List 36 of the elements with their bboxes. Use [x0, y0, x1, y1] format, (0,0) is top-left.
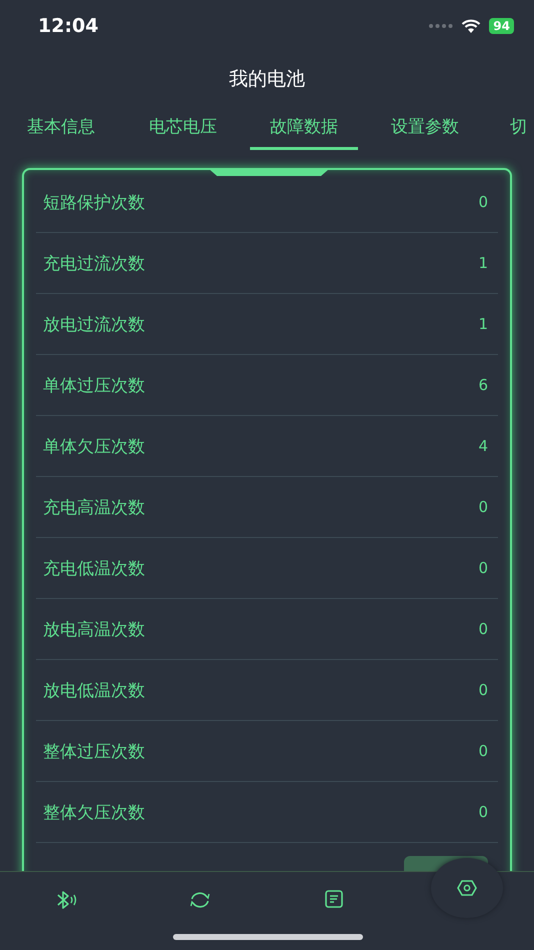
row-value: 6	[478, 376, 488, 394]
row-label: 充电高温次数	[43, 496, 145, 518]
row-value: 0	[478, 742, 488, 760]
tab[interactable]: 基本信息	[0, 114, 122, 150]
row-label: 整体欠压次数	[43, 802, 145, 824]
row-label: 单体欠压次数	[43, 436, 145, 458]
refresh-icon[interactable]	[189, 890, 212, 910]
row-value: 0	[478, 620, 488, 638]
row-label: 整体过压次数	[43, 740, 145, 762]
row-value: 0	[478, 681, 488, 699]
signal-icon	[429, 24, 454, 28]
row-label: 短路保护次数	[43, 192, 145, 214]
page-title: 我的电池	[228, 67, 306, 92]
row-value: 0	[478, 193, 488, 211]
row-label: 单体过压次数	[43, 374, 145, 396]
row-value: 0	[478, 498, 488, 516]
row-value: 4	[478, 437, 488, 455]
tab[interactable]: 故障数据	[250, 114, 358, 150]
row-label: 放电低温次数	[43, 680, 145, 702]
row-label: 充电低温次数	[43, 558, 145, 580]
row-label: 放电过流次数	[43, 314, 145, 336]
row-value: 0	[478, 559, 488, 577]
tab[interactable]: 电芯电压	[122, 114, 244, 150]
row-value: 1	[478, 254, 488, 272]
row-label: 放电高温次数	[43, 618, 145, 640]
wifi-icon	[461, 18, 482, 34]
document-icon[interactable]	[324, 890, 343, 908]
status-time: 12:04	[38, 15, 98, 37]
row-label: 充电过流次数	[43, 252, 145, 274]
row-value: 0	[478, 803, 488, 821]
tab[interactable]: 切	[486, 114, 527, 150]
settings-icon	[457, 880, 478, 896]
tab[interactable]: 设置参数	[364, 114, 486, 150]
battery-indicator: 94	[489, 18, 514, 34]
row-value: 1	[478, 315, 488, 333]
bluetooth-icon[interactable]	[54, 890, 79, 910]
